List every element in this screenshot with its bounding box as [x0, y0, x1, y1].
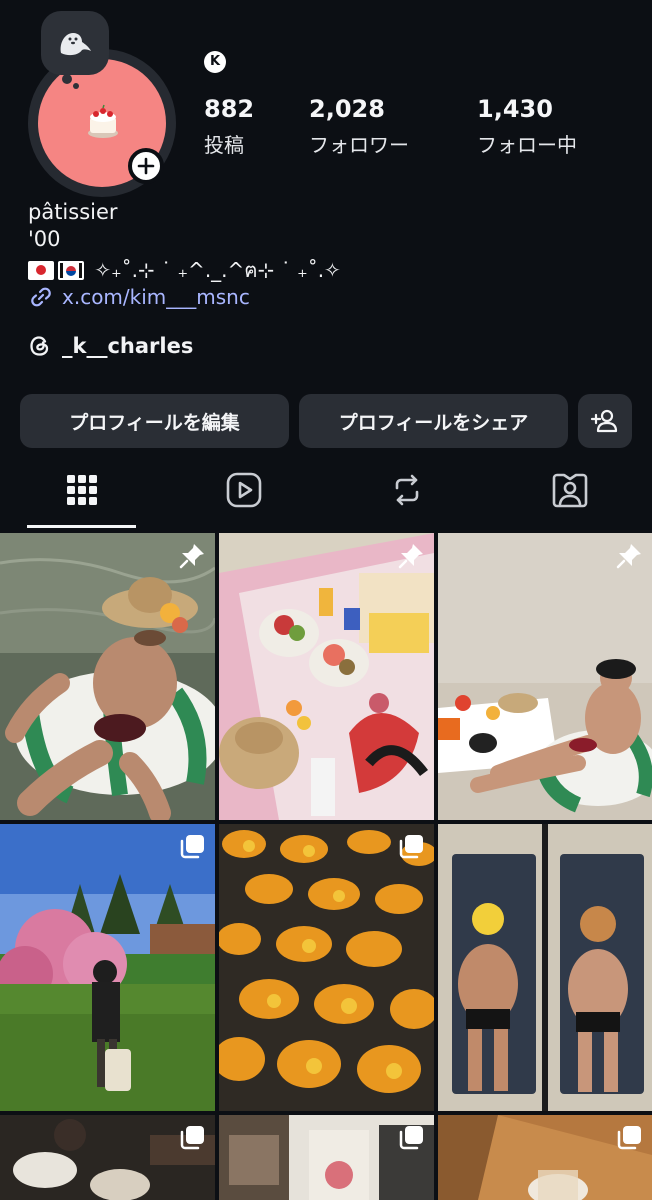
post-image [438, 824, 652, 1111]
profile-name: pâtissier [28, 200, 118, 224]
carousel-icon [399, 1126, 423, 1150]
stat-followers[interactable]: 2,028 フォロワー [309, 95, 409, 158]
post-image [219, 824, 434, 1111]
share-profile-button[interactable]: プロフィールをシェア [299, 394, 568, 448]
stat-following[interactable]: 1,430 フォロー中 [477, 95, 577, 158]
threads-link[interactable]: _k__charles [28, 332, 193, 360]
japan-flag-icon [28, 261, 54, 280]
pin-icon [398, 544, 423, 569]
post-tile[interactable] [219, 1115, 434, 1200]
active-tab-indicator [27, 525, 136, 528]
post-tile[interactable] [0, 533, 215, 820]
threads-handle: _k__charles [62, 334, 194, 358]
carousel-icon [180, 1126, 204, 1150]
stat-followers-label: フォロワー [309, 133, 409, 157]
carousel-icon [180, 835, 204, 859]
post-tile[interactable] [219, 533, 434, 820]
cake-icon [88, 104, 118, 138]
post-image [0, 533, 215, 820]
post-tile[interactable] [0, 824, 215, 1111]
post-tile[interactable] [438, 1115, 652, 1200]
stat-posts-label: 投稿 [204, 133, 244, 157]
stat-following-value: 1,430 [477, 95, 553, 123]
stat-followers-value: 2,028 [309, 95, 385, 123]
edit-profile-button[interactable]: プロフィールを編集 [20, 394, 289, 448]
post-image [0, 824, 215, 1111]
carousel-icon [399, 835, 423, 859]
note-bubble-tail-dot [73, 83, 79, 89]
tagged-person-icon [552, 473, 588, 508]
person-add-icon [590, 409, 618, 433]
tab-posts-grid[interactable] [58, 466, 106, 514]
grid-icon [67, 475, 97, 505]
threads-icon [30, 336, 49, 356]
stat-posts[interactable]: 882 投稿 [204, 95, 254, 158]
post-tile[interactable] [0, 1115, 215, 1200]
discover-people-button[interactable] [578, 394, 632, 448]
pin-icon [616, 544, 641, 569]
stat-posts-value: 882 [204, 95, 255, 123]
seal-icon [60, 33, 91, 56]
post-image [438, 533, 652, 820]
korea-flag-icon [58, 261, 84, 280]
tab-reposts[interactable] [383, 466, 431, 514]
tab-tagged[interactable] [546, 466, 594, 514]
carousel-icon [617, 1126, 641, 1150]
post-tile[interactable] [219, 824, 434, 1111]
post-image [219, 533, 434, 820]
account-badge: K [204, 51, 226, 73]
note-bubble-tail [62, 74, 72, 84]
pin-icon [179, 544, 204, 569]
bio-decoration-text: ✧₊˚.⊹ ˙ ₊^._.^ฅ⊹ ˙ ₊˚.✧ [94, 258, 341, 282]
add-story-button[interactable] [128, 148, 164, 184]
bio-line: ✧₊˚.⊹ ˙ ₊^._.^ฅ⊹ ˙ ₊˚.✧ [28, 254, 341, 286]
stat-following-label: フォロー中 [477, 133, 577, 157]
bio-year: '00 [28, 227, 61, 251]
profile-link[interactable]: x.com/kim___msnc [28, 284, 250, 310]
repost-icon [395, 474, 419, 506]
link-icon [31, 287, 51, 307]
post-tile[interactable] [438, 533, 652, 820]
link-text[interactable]: x.com/kim___msnc [62, 285, 250, 309]
post-tile[interactable] [438, 824, 652, 1111]
tab-reels[interactable] [220, 466, 268, 514]
reels-icon [226, 472, 262, 508]
plus-icon [137, 157, 155, 175]
